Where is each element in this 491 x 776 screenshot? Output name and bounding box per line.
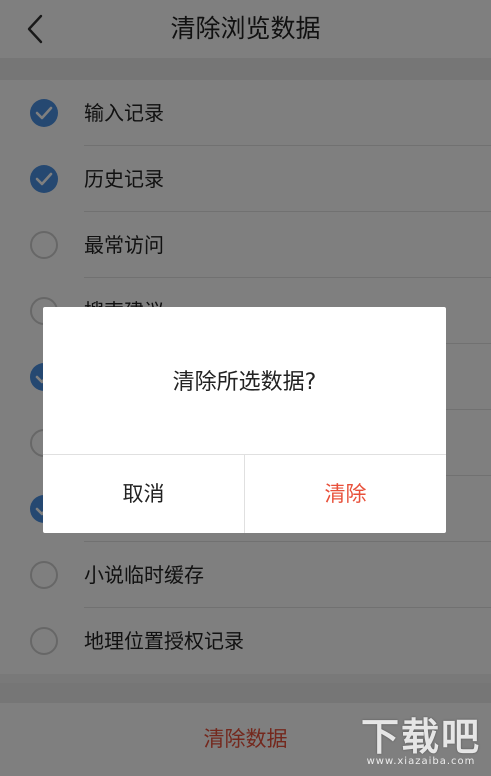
- watermark-logo: 下载吧 www.xiazaiba.com: [355, 706, 487, 772]
- cancel-button[interactable]: 取消: [43, 455, 244, 533]
- watermark-url: www.xiazaiba.com: [366, 756, 476, 767]
- watermark-text: 下载吧: [360, 715, 481, 759]
- confirm-dialog: 清除所选数据? 取消 清除: [43, 307, 446, 533]
- dialog-message: 清除所选数据?: [172, 370, 317, 395]
- confirm-clear-button[interactable]: 清除: [245, 455, 446, 533]
